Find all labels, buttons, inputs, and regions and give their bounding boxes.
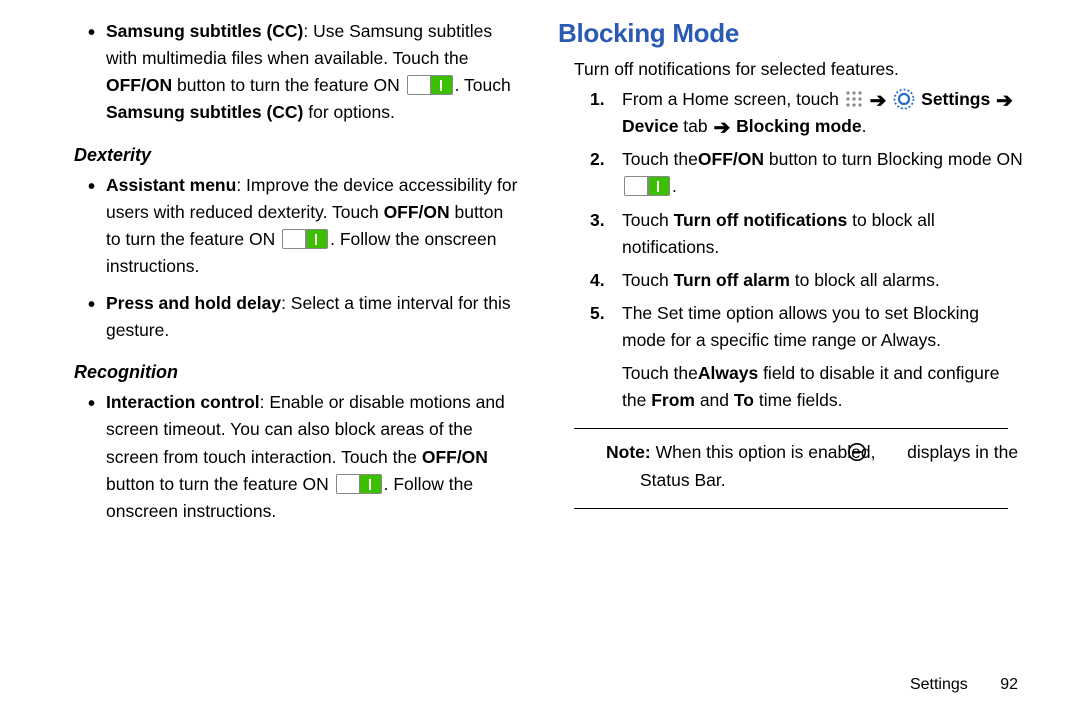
text: for options.	[303, 102, 394, 122]
bullet-lead: Press and hold delay	[106, 293, 281, 313]
text: Touch	[622, 210, 674, 230]
text: When this option is enabled,	[651, 442, 881, 462]
bold: Turn off alarm	[674, 270, 790, 290]
text: tab	[678, 116, 712, 136]
bold: Always	[698, 363, 758, 383]
bold: Blocking mode	[736, 116, 861, 136]
arrow-right-icon: ➔	[870, 91, 887, 111]
heading-blocking-mode: Blocking Mode	[558, 18, 1024, 49]
page-number: 92	[1000, 676, 1018, 693]
text: to block all alarms.	[790, 270, 940, 290]
gear-icon	[893, 88, 915, 110]
bullet-lead: Samsung subtitles (CC)	[106, 21, 303, 41]
footer-section: Settings	[910, 676, 968, 693]
note-lead: Note:	[606, 442, 651, 462]
page: Samsung subtitles (CC): Use Samsung subt…	[0, 0, 1080, 720]
note-block: Note: When this option is enabled, displ…	[606, 439, 1024, 493]
bold: OFF/ON	[422, 447, 488, 467]
text: . Touch	[455, 75, 511, 95]
text: button to turn Blocking mode ON	[764, 149, 1023, 169]
text: Touch the	[622, 363, 698, 383]
text: Touch	[622, 270, 674, 290]
bullet-interaction-control: Interaction control: Enable or disable m…	[88, 389, 522, 525]
arrow-right-icon: ➔	[996, 91, 1013, 111]
bold: To	[734, 390, 754, 410]
bullet-press-hold-delay: Press and hold delay: Select a time inte…	[88, 290, 522, 344]
arrow-right-icon: ➔	[714, 118, 731, 138]
text: time fields.	[754, 390, 843, 410]
bold: Samsung subtitles (CC)	[106, 102, 303, 122]
toggle-on-icon	[336, 474, 382, 494]
apps-grid-icon	[845, 90, 863, 108]
bullet-lead: Assistant menu	[106, 175, 236, 195]
step-2: Touch theOFF/ON button to turn Blocking …	[590, 146, 1024, 200]
bold: OFF/ON	[384, 202, 450, 222]
bold: OFF/ON	[106, 75, 172, 95]
bold: Turn off notifications	[674, 210, 848, 230]
right-column: Blocking Mode Turn off notifications for…	[540, 18, 1044, 720]
separator	[574, 428, 1008, 429]
numbered-steps: From a Home screen, touch ➔	[590, 86, 1024, 354]
subheading-dexterity: Dexterity	[74, 145, 522, 166]
minus-circle-icon	[881, 442, 901, 462]
step-4: Touch Turn off alarm to block all alarms…	[590, 267, 1024, 294]
bold: Device	[622, 116, 678, 136]
text: button to turn the feature ON	[172, 75, 405, 95]
toggle-on-icon	[282, 229, 328, 249]
step-5: The Set time option allows you to set Bl…	[590, 300, 1024, 354]
bold: OFF/ON	[698, 149, 764, 169]
toggle-on-icon	[407, 75, 453, 95]
bold: Settings	[921, 89, 990, 109]
text: .	[862, 116, 867, 136]
bullet-list-recognition: Interaction control: Enable or disable m…	[88, 389, 522, 525]
toggle-on-icon	[624, 176, 670, 196]
intro-text: Turn off notifications for selected feat…	[574, 59, 1024, 80]
left-column: Samsung subtitles (CC): Use Samsung subt…	[36, 18, 540, 720]
bullet-lead: Interaction control	[106, 392, 260, 412]
page-footer: Settings 92	[910, 676, 1018, 694]
step-always-note: Touch theAlways field to disable it and …	[622, 360, 1024, 414]
separator	[574, 508, 1008, 509]
bullet-list-dexterity: Assistant menu: Improve the device acces…	[88, 172, 522, 345]
text: button to turn the feature ON	[106, 474, 334, 494]
text: From a Home screen, touch	[622, 89, 844, 109]
step-1: From a Home screen, touch ➔	[590, 86, 1024, 140]
bold: From	[651, 390, 695, 410]
text: The Set time option allows you to set Bl…	[622, 303, 979, 350]
bullet-list-top: Samsung subtitles (CC): Use Samsung subt…	[88, 18, 522, 127]
bullet-assistant-menu: Assistant menu: Improve the device acces…	[88, 172, 522, 281]
bullet-samsung-subtitles: Samsung subtitles (CC): Use Samsung subt…	[88, 18, 522, 127]
subheading-recognition: Recognition	[74, 362, 522, 383]
step-3: Touch Turn off notifications to block al…	[590, 207, 1024, 261]
text: .	[672, 176, 677, 196]
text: and	[695, 390, 734, 410]
text: Touch the	[622, 149, 698, 169]
